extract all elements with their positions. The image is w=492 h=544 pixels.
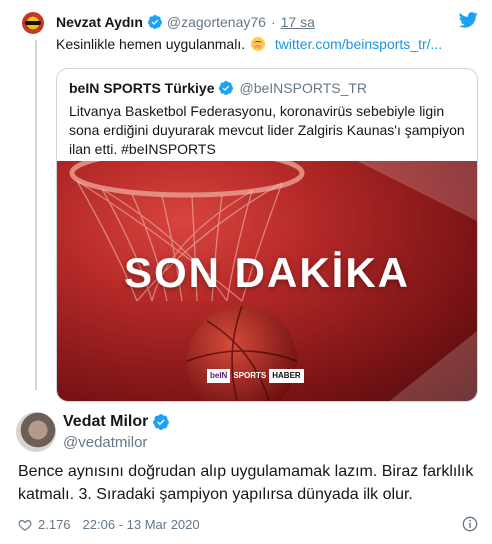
quoted-tweet-card[interactable]: beIN SPORTS Türkiye @beINSPORTS_TR Litva…: [56, 68, 478, 402]
author-handle[interactable]: @vedatmilor: [63, 434, 147, 451]
brand-haber: HABER: [269, 369, 304, 383]
info-icon[interactable]: [462, 516, 478, 532]
avatar[interactable]: [22, 12, 44, 34]
like-count[interactable]: 2.176: [38, 517, 71, 532]
verified-badge-icon: [219, 81, 234, 95]
twitter-bird-icon[interactable]: [459, 12, 478, 28]
media-headline: SON DAKİKA: [123, 249, 410, 296]
relieved-face-emoji-icon: [251, 37, 265, 51]
tweet-text: Kesinlikle hemen uygulanmalı. twitter.co…: [56, 36, 442, 52]
reply-author-name-row[interactable]: Vedat Milor: [63, 413, 170, 431]
verified-badge-icon: [153, 414, 170, 430]
quoted-tweet-text: Litvanya Basketbol Federasyonu, koronavi…: [69, 103, 465, 157]
tweet-header: Nevzat Aydın @zagortenay76 · 17 sa: [56, 14, 315, 30]
quoted-author-handle: @beINSPORTS_TR: [239, 80, 368, 96]
verified-badge-icon: [147, 15, 162, 29]
tweet-timestamp[interactable]: 22:06 - 13 Mar 2020: [83, 517, 200, 532]
reply-tweet[interactable]: Vedat Milor @vedatmilor Bence aynısını d…: [0, 400, 492, 544]
quoted-tweet-header: beIN SPORTS Türkiye @beINSPORTS_TR: [69, 80, 367, 96]
avatar[interactable]: [16, 412, 56, 452]
tweet-text-body: Kesinlikle hemen uygulanmalı.: [56, 36, 246, 52]
parent-tweet[interactable]: Nevzat Aydın @zagortenay76 · 17 sa Kesin…: [0, 0, 492, 402]
brand-bein: beIN: [207, 369, 231, 383]
separator-dot: ·: [270, 14, 276, 30]
tweet-link[interactable]: twitter.com/beinsports_tr/...: [275, 36, 442, 52]
heart-icon[interactable]: [18, 518, 32, 532]
author-name[interactable]: Vedat Milor: [63, 413, 148, 431]
tweet-time[interactable]: 17 sa: [281, 14, 315, 30]
quoted-tweet-media-image[interactable]: SON DAKİKA beIN SPORTS HABER: [57, 161, 477, 401]
tweet-text: Bence aynısını doğrudan alıp uygulamamak…: [18, 463, 474, 503]
brand-sports: SPORTS: [233, 371, 267, 380]
author-name[interactable]: Nevzat Aydın: [56, 14, 143, 30]
bein-sports-haber-logo: beIN SPORTS HABER: [207, 369, 304, 383]
tweet-footer: 2.176 22:06 - 13 Mar 2020: [18, 517, 200, 532]
author-handle[interactable]: @zagortenay76: [167, 14, 266, 30]
quoted-author-name: beIN SPORTS Türkiye: [69, 80, 215, 96]
